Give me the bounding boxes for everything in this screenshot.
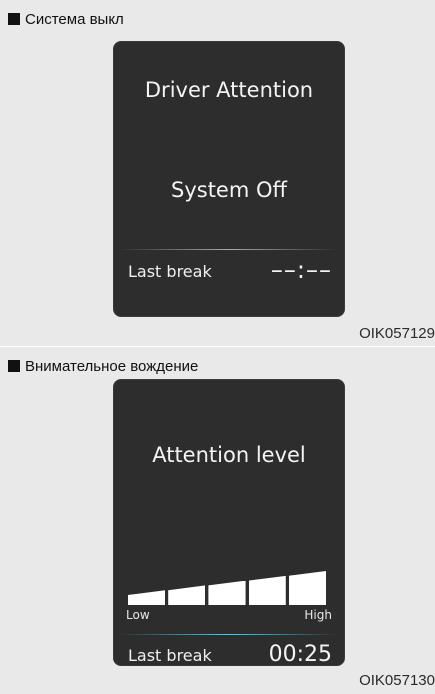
display-title: Attention level <box>152 443 306 467</box>
separator-line <box>120 634 338 635</box>
figure-code: OIK057130 <box>359 672 435 689</box>
square-bullet-icon <box>8 360 20 372</box>
cluster-display: Attention level Low High Last break 00:2… <box>113 379 345 666</box>
attention-segment <box>128 590 166 605</box>
caption-text: Система выкл <box>25 11 124 28</box>
caption: Внимательное вождение <box>8 358 198 376</box>
figure-code: OIK057129 <box>359 325 435 342</box>
low-label: Low <box>126 608 150 622</box>
caption-text: Внимательное вождение <box>25 358 199 375</box>
high-label: High <box>304 608 332 622</box>
separator-line <box>120 249 338 250</box>
attention-segment <box>248 575 286 605</box>
attention-segment <box>208 580 246 605</box>
attention-segment <box>168 585 206 605</box>
caption: Система выкл <box>8 11 124 29</box>
last-break-value: ––:–– <box>270 256 332 284</box>
square-bullet-icon <box>8 13 20 25</box>
system-status: System Off <box>171 178 287 202</box>
panel-attention-driving: Внимательное вождение Attention level Lo… <box>0 347 435 694</box>
last-break-label: Last break <box>128 262 212 281</box>
panel-system-off: Система выкл Driver Attention System Off… <box>0 0 435 347</box>
last-break-value: 00:25 <box>268 642 332 666</box>
last-break-label: Last break <box>128 646 212 665</box>
attention-segment <box>288 571 326 605</box>
attention-level-bar <box>128 535 326 605</box>
cluster-display: Driver Attention System Off Last break –… <box>113 41 345 317</box>
display-title: Driver Attention <box>144 78 314 102</box>
